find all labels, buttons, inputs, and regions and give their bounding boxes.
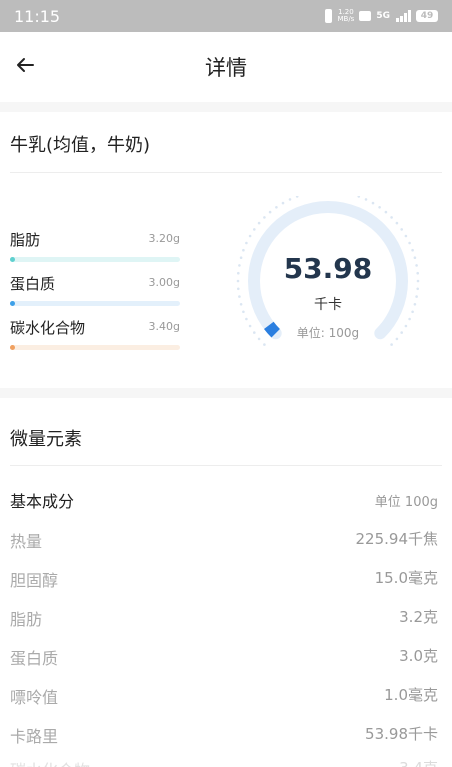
status-bar: 11:15 1.20 MB/s 5G 49: [0, 0, 452, 32]
macro-bar-track: [10, 301, 180, 306]
table-header-unit: 单位 100g: [374, 495, 438, 510]
network-speed-unit: MB/s: [337, 15, 355, 23]
row-value: 1.0毫克: [384, 686, 438, 704]
table-row: 蛋白质 3.0克: [10, 645, 438, 669]
macro-bar-fill: [10, 257, 16, 262]
gauge-dot: [245, 241, 248, 245]
signal-label: 5G: [376, 11, 390, 21]
gauge-dot: [400, 228, 403, 231]
micro-title: 微量元素: [10, 429, 82, 450]
gauge-dot: [288, 198, 292, 201]
gauge-dot: [263, 216, 266, 219]
row-value: 3.2克: [399, 608, 438, 626]
gauge-dot: [275, 206, 278, 209]
gauge-dot: [248, 234, 252, 238]
gauge-dot: [237, 287, 240, 291]
row-value: 3.4克: [399, 757, 438, 767]
gauge-dot: [281, 201, 285, 205]
gauge-dot: [390, 216, 393, 219]
table-row: 碳水化合物 3.4克: [10, 757, 438, 767]
vibrate-icon: [325, 9, 333, 23]
gauge-dot: [384, 210, 388, 214]
divider: [10, 172, 442, 173]
header: 详情: [0, 32, 452, 102]
gauge-dot: [416, 287, 419, 291]
gauge-dot: [390, 343, 393, 346]
table-header: 基本成分 单位 100g: [10, 488, 438, 512]
row-value: 15.0毫克: [374, 569, 438, 587]
row-label: 胆固醇: [10, 571, 59, 590]
calorie-base: 单位: 100g: [296, 326, 360, 340]
gauge-dot: [357, 195, 361, 198]
gauge-dot: [253, 228, 256, 231]
macro-fat: 脂肪 3.20g: [10, 229, 180, 262]
gauge-dot: [408, 241, 411, 245]
food-name: 牛乳(均值，牛奶): [10, 135, 151, 156]
calorie-gauge: 53.98 千卡 单位: 100g: [232, 189, 424, 366]
network-speed: 1.20 MB/s: [337, 9, 354, 23]
hd-icon: [359, 11, 372, 21]
macro-bar-track: [10, 345, 180, 350]
macro-value: 3.40g: [148, 320, 180, 333]
section-gap: [0, 102, 452, 112]
gauge-dot: [263, 343, 266, 346]
gauge-dot: [378, 206, 381, 209]
macro-protein: 蛋白质 3.00g: [10, 273, 180, 306]
row-value: 225.94千焦: [355, 530, 439, 548]
divider: [10, 465, 442, 466]
row-value: 53.98千卡: [365, 725, 438, 743]
gauge-dot: [257, 221, 261, 225]
row-label: 蛋白质: [10, 649, 59, 668]
macro-value: 3.00g: [148, 276, 180, 289]
gauge-dot: [408, 317, 411, 321]
calorie-unit: 千卡: [314, 297, 342, 313]
macro-bar-fill: [10, 301, 16, 306]
gauge-dot: [295, 195, 299, 198]
table-row: 脂肪 3.2克: [10, 606, 438, 630]
macro-value: 3.20g: [148, 232, 180, 245]
table-row: 嘌呤值 1.0毫克: [10, 684, 438, 708]
row-label: 卡路里: [10, 727, 59, 746]
row-label: 碳水化合物: [10, 757, 90, 767]
battery-icon: 49: [416, 10, 438, 22]
page-title: 详情: [205, 56, 247, 80]
calorie-value: 53.98: [283, 252, 373, 285]
table-row: 胆固醇 15.0毫克: [10, 567, 438, 591]
gauge-dot: [395, 221, 399, 225]
row-label: 脂肪: [10, 610, 43, 629]
macro-bar-track: [10, 257, 180, 262]
status-icons: 1.20 MB/s 5G 49: [325, 9, 438, 23]
gauge-dot: [364, 198, 368, 201]
signal-icon: [396, 10, 411, 22]
macro-carbs: 碳水化合物 3.40g: [10, 317, 180, 350]
status-time: 11:15: [14, 6, 61, 26]
table-header-label: 基本成分: [10, 492, 75, 511]
table-row: 热量 225.94千焦: [10, 528, 438, 552]
gauge-dot: [245, 317, 248, 321]
row-label: 热量: [10, 532, 43, 551]
gauge-dot: [371, 201, 375, 205]
row-label: 嘌呤值: [10, 688, 59, 707]
gauge-dot: [404, 234, 408, 238]
table-row: 卡路里 53.98千卡: [10, 723, 438, 747]
macro-bar-fill: [10, 345, 16, 350]
row-value: 3.0克: [399, 647, 438, 665]
section-gap: [0, 388, 452, 398]
gauge-dot: [268, 210, 272, 214]
